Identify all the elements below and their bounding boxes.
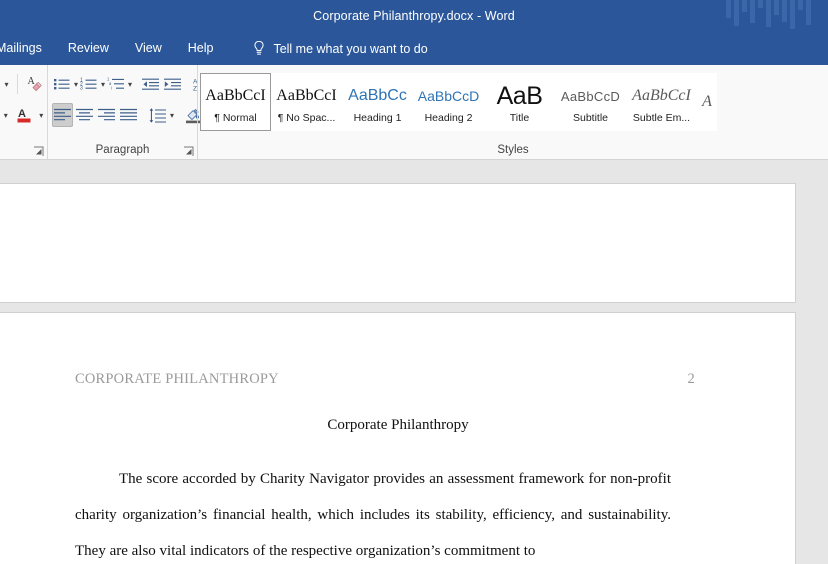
- ribbon-group-font: ▾ A ▾ A ▾: [0, 65, 47, 159]
- clear-formatting-icon[interactable]: A: [22, 72, 47, 96]
- numbering-caret-icon[interactable]: ▾: [101, 72, 105, 96]
- decrease-indent-icon[interactable]: [140, 72, 161, 96]
- style-label: ¶ No Spac...: [277, 112, 336, 124]
- tab-view[interactable]: View: [122, 32, 175, 65]
- lightbulb-icon: [252, 40, 266, 57]
- style-label: Subtle Em...: [632, 112, 691, 124]
- ribbon-group-styles: AaBbCcI ¶ Normal AaBbCcI ¶ No Spac... Aa…: [197, 65, 828, 159]
- style-item-next-clipped[interactable]: A: [697, 73, 717, 131]
- style-preview: AaBbCcI: [276, 87, 337, 104]
- align-left-icon[interactable]: [52, 103, 73, 127]
- window-title: Corporate Philanthropy.docx - Word: [313, 9, 515, 23]
- title-bar: Corporate Philanthropy.docx - Word: [0, 0, 828, 32]
- numbering-icon[interactable]: 123: [79, 72, 100, 96]
- style-label: Subtitle: [572, 112, 609, 124]
- style-item-subtle-emphasis[interactable]: AaBbCcI Subtle Em...: [626, 73, 697, 131]
- style-preview: AaBbCcD: [417, 88, 480, 104]
- tell-me-search[interactable]: Tell me what you want to do: [252, 40, 428, 57]
- font-color-caret-icon[interactable]: ▾: [36, 103, 47, 127]
- svg-text:A: A: [18, 108, 26, 120]
- document-running-header: CORPORATE PHILANTHROPY 2: [75, 371, 695, 388]
- ribbon-group-paragraph: ▾ 123 ▾ 1ai ▾ A Z ▾ Paragraph: [47, 65, 235, 159]
- title-decoration: [726, 0, 822, 32]
- bullets-icon[interactable]: [52, 72, 73, 96]
- style-item-heading-1[interactable]: AaBbCc Heading 1: [342, 73, 413, 131]
- style-preview: AaBbCcI: [205, 87, 266, 104]
- page-number: 2: [687, 371, 695, 387]
- style-item-title[interactable]: AaB Title: [484, 73, 555, 131]
- font-dialog-launcher[interactable]: [33, 144, 44, 156]
- svg-text:i: i: [111, 85, 112, 90]
- bullets-caret-icon[interactable]: ▾: [74, 72, 78, 96]
- justify-icon[interactable]: [118, 103, 139, 127]
- styles-group-label: Styles: [497, 144, 529, 156]
- align-center-icon[interactable]: [74, 103, 95, 127]
- tell-me-label: Tell me what you want to do: [273, 41, 428, 56]
- paragraph-group-label: Paragraph: [95, 144, 150, 156]
- styles-gallery[interactable]: AaBbCcI ¶ Normal AaBbCcI ¶ No Spac... Aa…: [198, 69, 828, 135]
- style-label: Heading 1: [353, 112, 402, 124]
- multilevel-list-icon[interactable]: 1ai: [106, 72, 127, 96]
- style-item-no-spacing[interactable]: AaBbCcI ¶ No Spac...: [271, 73, 342, 131]
- paragraph-dialog-launcher[interactable]: [183, 144, 194, 156]
- style-label: Title: [509, 112, 530, 124]
- running-header-text: CORPORATE PHILANTHROPY: [75, 371, 279, 387]
- document-page-current[interactable]: CORPORATE PHILANTHROPY 2 Corporate Phila…: [0, 312, 796, 564]
- ribbon-tab-bar: Mailings Review View Help Tell me what y…: [0, 32, 828, 65]
- tab-review[interactable]: Review: [55, 32, 122, 65]
- document-page-previous[interactable]: [0, 183, 796, 303]
- svg-text:3: 3: [80, 86, 83, 92]
- style-preview: AaBbCc: [348, 87, 407, 104]
- document-canvas[interactable]: CORPORATE PHILANTHROPY 2 Corporate Phila…: [0, 160, 828, 564]
- font-color-icon[interactable]: A: [12, 103, 34, 127]
- line-spacing-icon[interactable]: [147, 103, 169, 127]
- style-preview: AaB: [496, 81, 543, 110]
- divider: [17, 74, 18, 94]
- svg-text:A: A: [27, 76, 35, 87]
- style-item-heading-2[interactable]: AaBbCcD Heading 2: [413, 73, 484, 131]
- style-item-subtitle[interactable]: AaBbCcD Subtitle: [555, 73, 626, 131]
- document-paragraph[interactable]: The score accorded by Charity Navigator …: [75, 461, 671, 564]
- align-right-icon[interactable]: [96, 103, 117, 127]
- font-size-caret-icon[interactable]: ▾: [0, 72, 13, 96]
- style-label: Heading 2: [424, 112, 473, 124]
- style-preview: AaBbCcD: [560, 88, 621, 104]
- style-preview: AaBbCcI: [632, 87, 691, 104]
- document-heading: Corporate Philanthropy: [327, 417, 469, 433]
- style-item-normal[interactable]: AaBbCcI ¶ Normal: [200, 73, 271, 131]
- line-spacing-caret-icon[interactable]: ▾: [170, 103, 174, 127]
- tab-mailings[interactable]: Mailings: [0, 32, 55, 65]
- style-label: ¶ Normal: [214, 112, 257, 124]
- increase-indent-icon[interactable]: [162, 72, 183, 96]
- text-effects-caret-icon[interactable]: ▾: [0, 103, 11, 127]
- tab-help[interactable]: Help: [175, 32, 227, 65]
- style-preview: A: [702, 93, 712, 110]
- ribbon: ▾ A ▾ A ▾ ▾ 1 2 3 ▾ 1 a i ▾ A Z ▾ Paragr…: [0, 65, 828, 160]
- multilevel-list-caret-icon[interactable]: ▾: [128, 72, 132, 96]
